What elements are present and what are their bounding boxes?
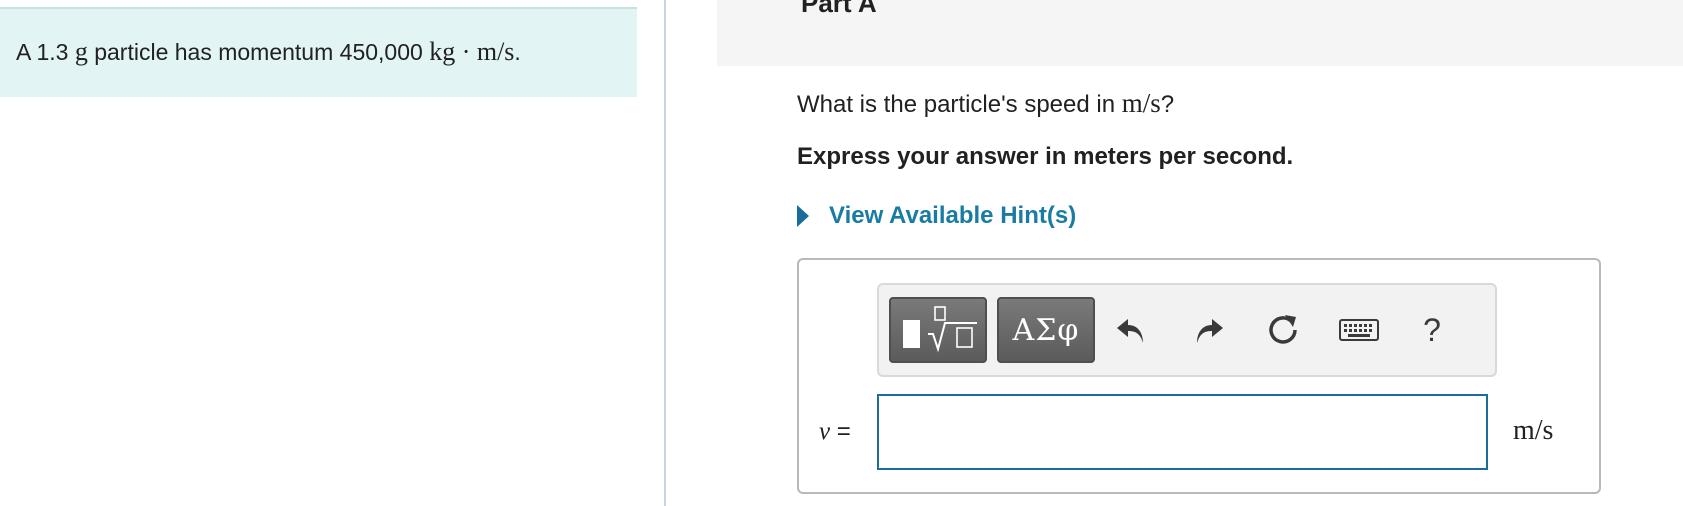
answer-input[interactable] [877, 394, 1488, 470]
momentum-unit: kg · m/s [429, 37, 515, 66]
part-header[interactable]: Part A [717, 0, 1683, 66]
answer-unit: m/s [1513, 415, 1554, 446]
problem-text-middle: particle has momentum 450,000 [87, 39, 430, 65]
keyboard-button[interactable] [1332, 303, 1386, 357]
view-hints-label[interactable]: View Available Hint(s) [829, 202, 1076, 230]
question-text: What is the particle's speed in m/s? [797, 88, 1174, 119]
problem-text: A 1.3 g particle has momentum 450,000 kg… [16, 37, 521, 67]
greek-symbols-label: ΑΣφ [1012, 313, 1080, 348]
answer-box: ΑΣφ ? v = m/s [797, 258, 1601, 494]
question-prefix: What is the particle's speed in [797, 91, 1122, 118]
undo-button[interactable] [1105, 303, 1159, 357]
reset-button[interactable] [1256, 303, 1310, 357]
redo-icon [1197, 319, 1223, 343]
view-hints-link[interactable]: View Available Hint(s) [797, 202, 1076, 230]
answer-equals: = [830, 418, 851, 445]
redo-button[interactable] [1181, 303, 1235, 357]
problem-text-suffix: . [514, 39, 521, 65]
problem-text-prefix: A 1.3 [16, 39, 75, 65]
answer-variable: v [819, 418, 831, 445]
pane-divider [664, 0, 666, 506]
math-toolbar: ΑΣφ ? [877, 283, 1497, 377]
answer-variable-label: v = [819, 418, 851, 446]
question-unit: m/s [1121, 88, 1161, 118]
problem-statement-panel: A 1.3 g particle has momentum 450,000 kg… [0, 7, 637, 97]
templates-sqrt-icon [903, 306, 977, 353]
help-label: ? [1423, 311, 1441, 348]
question-suffix: ? [1160, 91, 1175, 118]
greek-symbols-button[interactable]: ΑΣφ [997, 297, 1095, 363]
answer-instruction: Express your answer in meters per second… [797, 143, 1294, 170]
help-button[interactable]: ? [1405, 303, 1459, 357]
templates-button[interactable] [889, 297, 987, 363]
reset-icon [1269, 315, 1297, 344]
mass-unit: g [74, 37, 88, 66]
caret-right-icon[interactable] [797, 205, 809, 227]
undo-icon [1117, 319, 1143, 343]
part-title: Part A [801, 0, 877, 18]
keyboard-icon [1339, 319, 1379, 341]
